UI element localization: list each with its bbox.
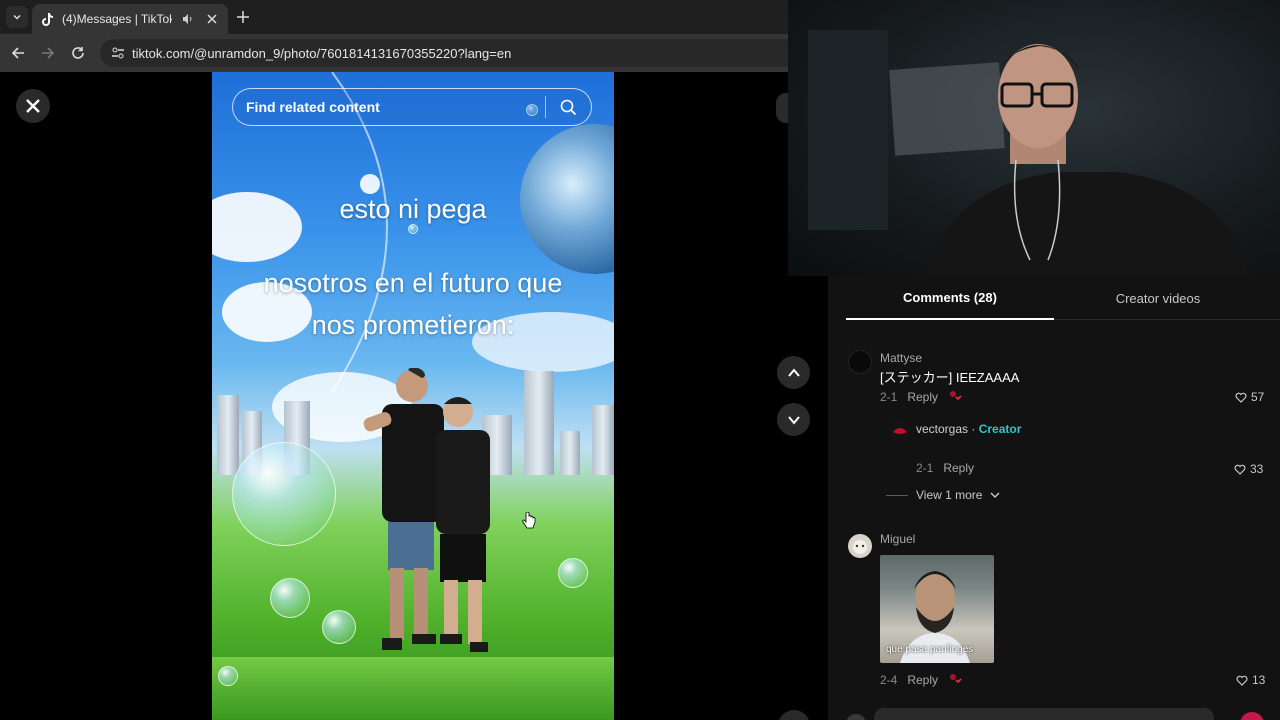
building-shape [592, 405, 614, 475]
creator-tag: Creator [978, 422, 1022, 436]
photo-viewer: esto ni pega nosotros en el futuro que n… [0, 72, 828, 720]
bubble-shape [232, 442, 336, 546]
like-count: 57 [1251, 390, 1265, 404]
close-viewer-button[interactable] [16, 89, 50, 123]
site-info-icon[interactable] [108, 43, 128, 63]
browser-tab-active[interactable]: (4)Messages | TikTok [32, 4, 228, 34]
tab-close-icon[interactable] [204, 11, 220, 27]
tiktok-favicon-icon [40, 12, 54, 26]
creator-liked-icon [948, 389, 962, 404]
like-button[interactable]: 13 [1236, 673, 1265, 687]
panel-tabs: Comments (28) Creator videos [846, 276, 1280, 320]
add-comment-input[interactable] [874, 708, 1214, 720]
view-more-replies-button[interactable]: View 1 more [886, 488, 1000, 502]
viewer-bottom-button[interactable] [778, 710, 810, 720]
overlay-caption-line2: nosotros en el futuro que [263, 268, 563, 298]
building-shape [217, 395, 239, 475]
reply-button[interactable]: Reply [943, 461, 974, 475]
back-arrow-icon[interactable] [8, 43, 28, 63]
new-tab-icon[interactable] [234, 8, 252, 26]
like-button[interactable]: 33 [1234, 462, 1263, 476]
chevron-down-icon [990, 492, 1000, 498]
reply-username: vectorgas [916, 422, 969, 436]
chevron-up-icon [787, 367, 800, 377]
heart-icon [1236, 675, 1248, 686]
creator-liked-icon [948, 672, 962, 687]
people-photo [363, 368, 490, 652]
comment-date: 2-1 [916, 461, 934, 475]
tab-title: (4)Messages | TikTok [62, 12, 172, 26]
search-icon[interactable] [558, 97, 578, 117]
overlay-caption-line1: esto ni pega [339, 194, 487, 224]
browser-toolbar: tiktok.com/@unramdon_9/photo/76018141316… [0, 34, 800, 72]
hand-cursor-icon [522, 512, 536, 529]
view-more-line [886, 494, 908, 496]
search-placeholder: Find related content [246, 99, 380, 115]
comment-meta: 2-1 Reply [916, 461, 974, 475]
bubble-shape [218, 666, 238, 686]
comment-sticker-image[interactable]: que pasa panfinges [880, 555, 994, 663]
reply-button[interactable]: Reply [907, 390, 938, 404]
creator-separator: · [968, 422, 979, 436]
comment-username[interactable]: Mattyse [880, 351, 922, 365]
view-more-label: View 1 more [916, 488, 983, 502]
tab-audio-icon[interactable] [180, 11, 196, 27]
tab-comments[interactable]: Comments (28) [846, 276, 1054, 320]
current-user-avatar [846, 714, 866, 720]
comments-panel: Comments (28) Creator videos Mattyse [ステ… [828, 276, 1280, 720]
post-photo[interactable]: esto ni pega nosotros en el futuro que n… [212, 72, 614, 720]
heart-icon [1234, 464, 1246, 475]
comment-date: 2-1 [880, 389, 898, 404]
address-bar[interactable]: tiktok.com/@unramdon_9/photo/76018141316… [100, 39, 800, 67]
reply-button[interactable]: Reply [907, 673, 938, 687]
like-count: 33 [1250, 462, 1264, 476]
webcam-overlay [788, 0, 1280, 276]
search-divider [545, 96, 546, 118]
avatar[interactable] [890, 420, 910, 440]
heart-icon [1235, 392, 1247, 403]
tab-creator-videos[interactable]: Creator videos [1054, 276, 1262, 320]
comment-date: 2-4 [880, 672, 898, 687]
next-post-button[interactable] [777, 403, 810, 436]
comment-text: [ステッカー] IEEZAAAA [880, 370, 1020, 385]
forward-arrow-icon[interactable] [38, 43, 58, 63]
avatar[interactable] [848, 350, 872, 374]
comment-username[interactable]: Miguel [880, 532, 915, 546]
chevron-down-icon [787, 415, 800, 425]
like-count: 13 [1252, 673, 1266, 687]
previous-post-button[interactable] [777, 356, 810, 389]
bubble-shape [270, 578, 310, 618]
comment-username[interactable]: vectorgas · Creator [916, 422, 1021, 436]
url-text: tiktok.com/@unramdon_9/photo/76018141316… [132, 45, 512, 61]
door-shape [808, 30, 888, 230]
streamer-webcam-image [928, 44, 1248, 276]
reload-icon[interactable] [68, 43, 88, 63]
building-shape [524, 371, 554, 475]
comment-meta: 2-4 Reply [880, 672, 962, 687]
comment-meta: 2-1 Reply [880, 389, 962, 404]
close-icon [26, 99, 40, 113]
find-related-search[interactable]: Find related content [232, 88, 592, 126]
avatar[interactable] [848, 534, 872, 558]
building-shape [560, 431, 580, 475]
bubble-shape [558, 558, 588, 588]
tab-search-dropdown-icon[interactable] [6, 6, 28, 28]
like-button[interactable]: 57 [1235, 390, 1264, 404]
post-comment-button[interactable] [1240, 712, 1264, 720]
sticker-caption: que pasa panfinges [886, 644, 974, 655]
browser-tab-strip: (4)Messages | TikTok [0, 0, 788, 34]
bubble-shape [322, 610, 356, 644]
bubble-shape [408, 224, 418, 234]
overlay-caption-line3: nos prometieron: [311, 310, 515, 340]
